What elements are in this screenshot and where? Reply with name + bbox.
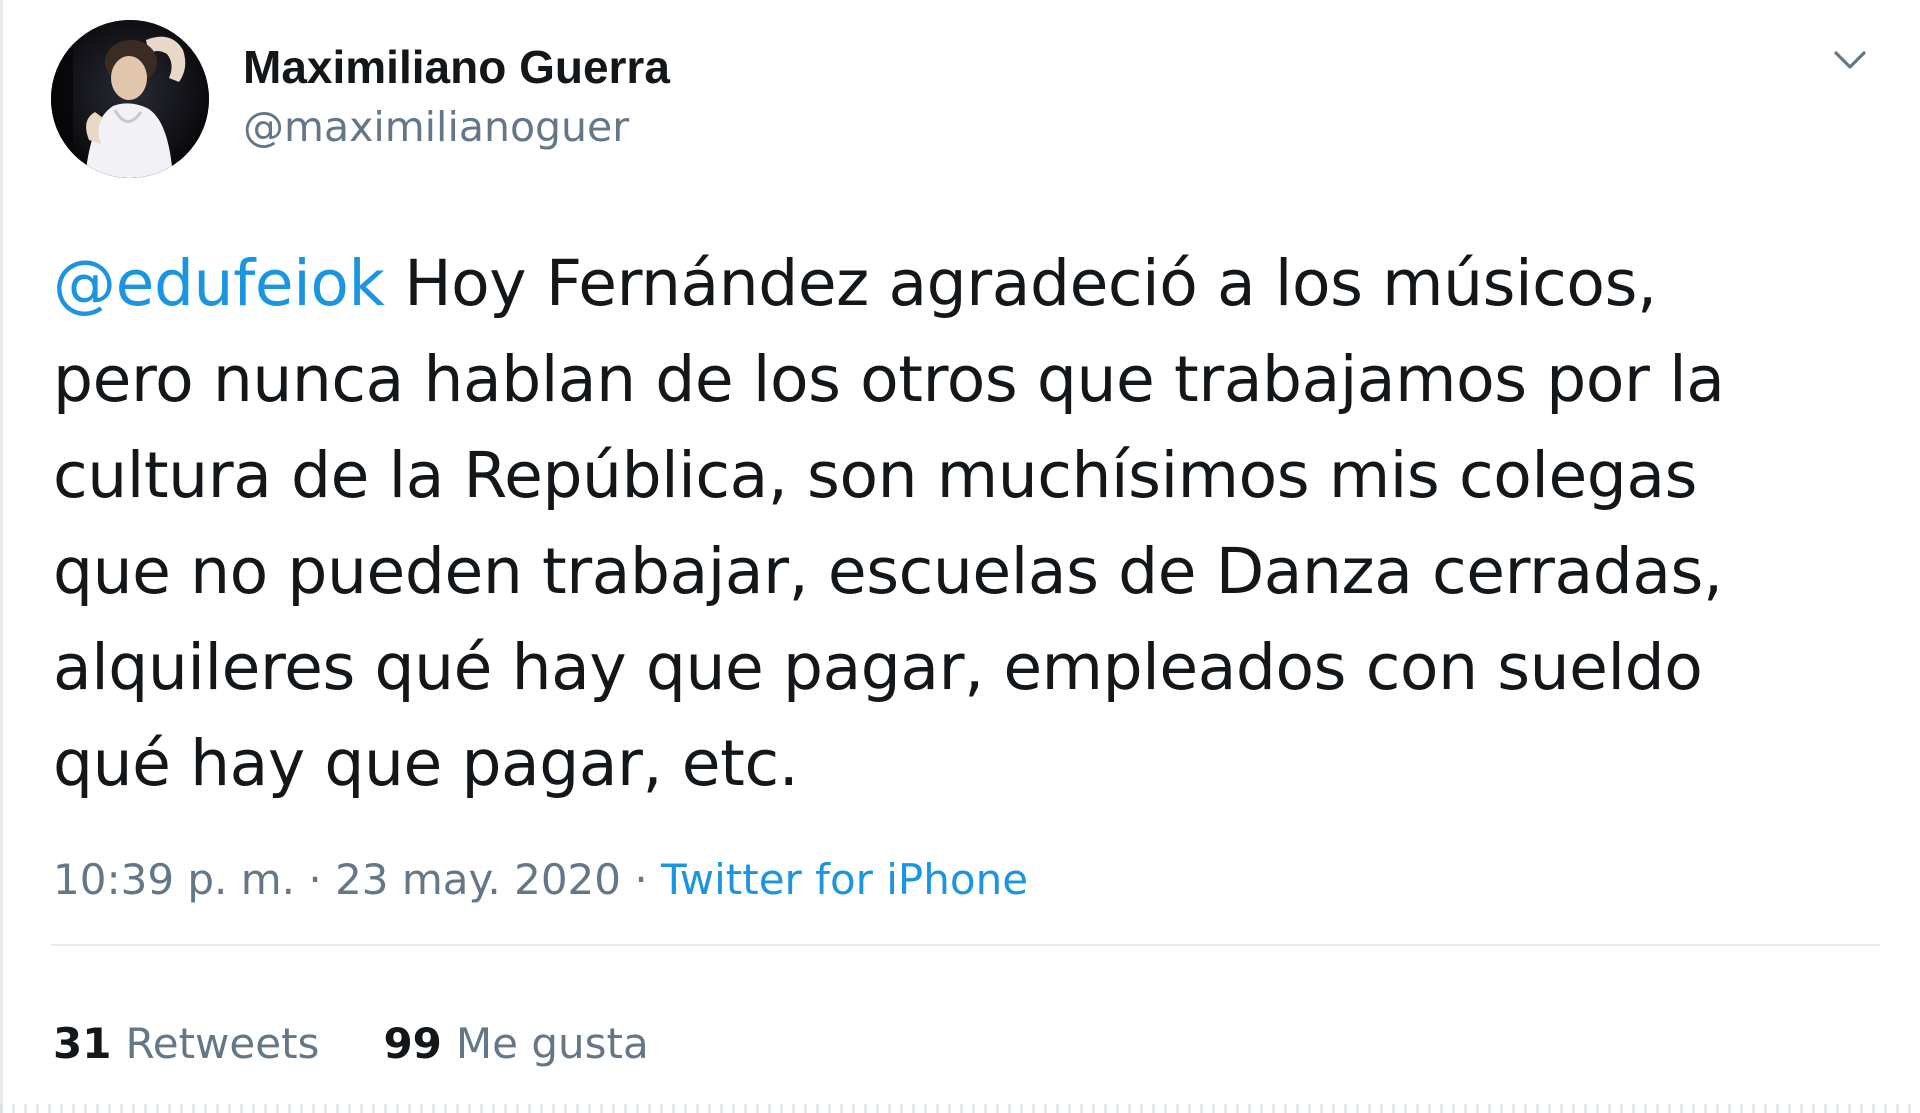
tweet-text-line: @edufeiok Hoy Fernández agradeció a los … xyxy=(53,236,1883,332)
meta-separator: · xyxy=(295,855,336,904)
tweet-time[interactable]: 10:39 p. m. xyxy=(53,855,295,904)
retweets-label: Retweets xyxy=(125,1019,320,1068)
likes-count: 99 xyxy=(383,1019,442,1068)
tweet-text-line: cultura de la República, son muchísimos … xyxy=(53,439,1698,512)
mention-link[interactable]: @edufeiok xyxy=(53,247,385,320)
tweet-text: @edufeiok Hoy Fernández agradeció a los … xyxy=(53,236,1883,812)
divider xyxy=(51,944,1880,946)
tweet-text-line: pero nunca hablan de los otros que traba… xyxy=(53,343,1725,416)
chevron-down-icon[interactable] xyxy=(1830,40,1870,80)
tweet-card: Maximiliano Guerra @maximilianoguer @edu… xyxy=(0,0,1920,1113)
tweet-stats: 31 Retweets 99 Me gusta xyxy=(53,1016,649,1072)
likes-stat[interactable]: 99 Me gusta xyxy=(383,1016,648,1072)
avatar-photo xyxy=(51,20,209,178)
tweet-text-segment: Hoy Fernández agradeció a los músicos, xyxy=(384,247,1657,320)
likes-label: Me gusta xyxy=(455,1019,649,1068)
meta-separator: · xyxy=(620,855,662,904)
card-left-border xyxy=(0,0,3,1113)
author-display-name[interactable]: Maximiliano Guerra xyxy=(243,40,670,94)
tweet-source-link[interactable]: Twitter for iPhone xyxy=(661,855,1028,904)
tweet-text-line: qué hay que pagar, etc. xyxy=(53,727,799,800)
retweets-count: 31 xyxy=(53,1019,112,1068)
retweets-stat[interactable]: 31 Retweets xyxy=(53,1016,319,1072)
tweet-text-line: que no pueden trabajar, escuelas de Danz… xyxy=(53,535,1723,608)
tweet-meta: 10:39 p. m. · 23 may. 2020 · Twitter for… xyxy=(53,852,1028,908)
bottom-border xyxy=(0,1104,1920,1113)
tweet-text-line: alquileres qué hay que pagar, empleados … xyxy=(53,631,1703,704)
avatar[interactable] xyxy=(51,20,209,178)
tweet-date[interactable]: 23 may. 2020 xyxy=(335,855,621,904)
author-handle[interactable]: @maximilianoguer xyxy=(243,101,629,153)
